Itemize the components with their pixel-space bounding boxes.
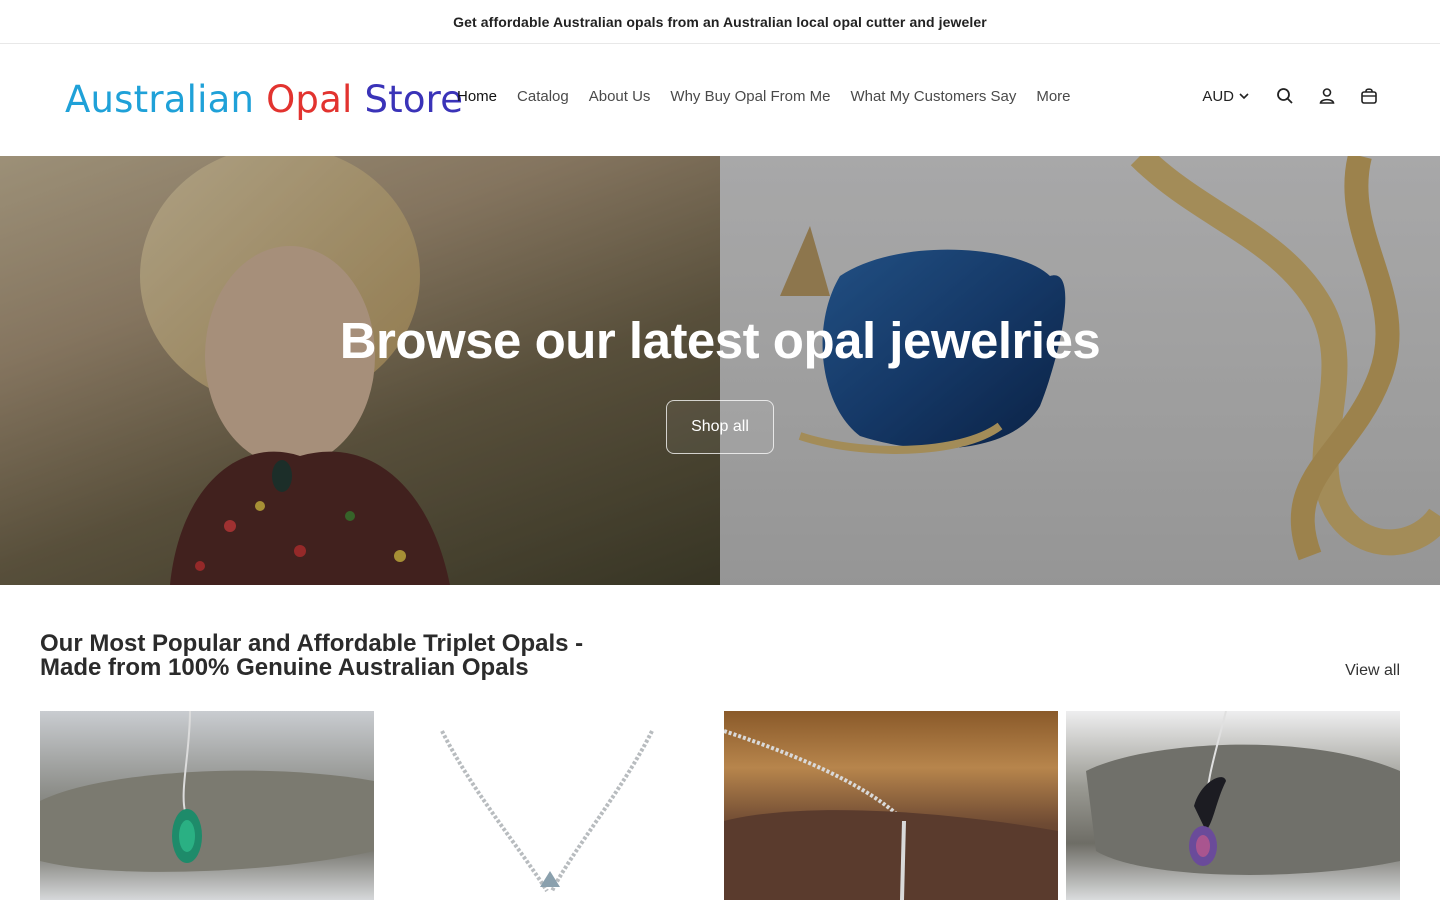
announcement-bar: Get affordable Australian opals from an … (0, 0, 1440, 44)
product-card[interactable] (1066, 711, 1400, 900)
logo-word-2: Opal (266, 78, 353, 121)
search-button[interactable] (1264, 85, 1306, 107)
cart-button[interactable] (1348, 85, 1390, 107)
announcement-text: Get affordable Australian opals from an … (453, 13, 987, 30)
main-nav: Home Catalog About Us Why Buy Opal From … (447, 88, 1081, 105)
shop-all-button[interactable]: Shop all (666, 400, 774, 454)
nav-customers-say[interactable]: What My Customers Say (840, 88, 1026, 105)
search-icon (1277, 88, 1293, 104)
nav-why-buy[interactable]: Why Buy Opal From Me (660, 88, 840, 105)
featured-collection-title: Our Most Popular and Affordable Triplet … (40, 630, 584, 681)
nav-home[interactable]: Home (447, 88, 507, 105)
nav-catalog[interactable]: Catalog (507, 88, 579, 105)
cart-icon (1361, 88, 1377, 104)
chevron-down-icon (1239, 93, 1249, 100)
currency-label: AUD (1202, 87, 1234, 105)
hero-banner: Browse our latest opal jewelries Shop al… (0, 156, 1440, 585)
logo-word-1: Australian (65, 78, 255, 121)
product-card[interactable] (724, 711, 1058, 900)
hero-overlay (0, 156, 1440, 585)
nav-more[interactable]: More (1026, 88, 1080, 105)
hero-title: Browse our latest opal jewelries (339, 312, 1101, 369)
product-grid (40, 711, 1400, 900)
nav-about-us[interactable]: About Us (579, 88, 661, 105)
view-all-link[interactable]: View all (1345, 662, 1400, 680)
site-header: Australian Opal Store Home Catalog About… (0, 45, 1440, 156)
account-button[interactable] (1306, 85, 1348, 107)
store-logo[interactable]: Australian Opal Store (65, 78, 463, 121)
product-card[interactable] (382, 711, 716, 900)
currency-selector[interactable]: AUD (1202, 88, 1250, 105)
account-icon (1319, 88, 1335, 104)
header-actions: AUD (1202, 85, 1390, 107)
product-card[interactable] (40, 711, 374, 900)
